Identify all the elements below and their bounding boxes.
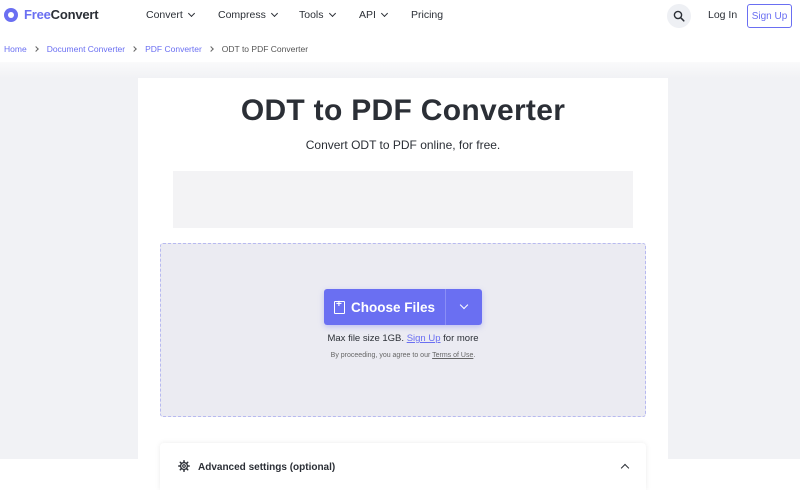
nav-tools[interactable]: Tools [299,9,336,21]
logo-text-convert: Convert [50,7,99,22]
advanced-settings-label: Advanced settings (optional) [198,462,336,473]
chevron-up-icon [620,463,630,473]
file-dropzone[interactable] [160,243,646,417]
page-subtitle: Convert ODT to PDF online, for free. [305,138,501,152]
top-navbar: FreeConvert Convert Compress Tools API P… [0,0,800,32]
nav-convert[interactable]: Convert [146,9,195,21]
chevron-down-icon [380,9,388,18]
breadcrumb-current: ODT to PDF Converter [221,44,309,54]
nav-tools-label: Tools [299,9,324,21]
breadcrumb: Home Document Converter PDF Converter OD… [4,44,308,54]
login-link[interactable]: Log In [708,9,737,21]
breadcrumb-home[interactable]: Home [4,44,27,54]
logo-text-free: Free [24,7,51,22]
signup-more-link[interactable]: Sign Up [407,333,441,344]
chevron-down-icon [270,9,278,18]
chevron-down-icon [187,9,195,18]
max-file-size-note: Max file size 1GB. Sign Up for more [160,333,646,344]
file-add-icon [333,299,345,314]
nav-compress-label: Compress [218,9,266,21]
nav-pricing-label: Pricing [411,9,444,21]
max-size-text: Max file size 1GB. [327,333,405,344]
breadcrumb-pdf-converter[interactable]: PDF Converter [145,44,202,54]
search-button[interactable] [667,4,691,28]
choose-files-label: Choose Files [350,299,436,315]
signup-button[interactable]: Sign Up [747,4,792,28]
page-title: ODT to PDF Converter [240,94,566,127]
terms-note: By proceeding, you agree to our Terms of… [160,352,646,359]
terms-period: . [473,352,476,359]
freeconvert-logo[interactable]: FreeConvert [4,7,99,22]
nav-api[interactable]: API [359,9,388,21]
chevron-down-icon [328,9,336,18]
gear-icon [178,460,190,472]
chevron-right-icon [32,46,39,52]
terms-of-use-link[interactable]: Terms of Use [432,352,473,359]
nav-api-label: API [359,9,376,21]
chevron-right-icon [207,46,214,52]
advanced-settings-toggle[interactable]: Advanced settings (optional) [160,443,646,490]
max-size-suffix: for more [443,333,479,344]
choose-files-button[interactable]: Choose Files [324,289,445,325]
nav-compress[interactable]: Compress [218,9,278,21]
nav-pricing[interactable]: Pricing [411,9,443,21]
choose-files-group: Choose Files [324,289,482,325]
terms-text: By proceeding, you agree to our [330,352,431,359]
page-background-fade [0,62,800,78]
nav-convert-label: Convert [146,9,183,21]
chevron-down-icon [459,300,469,310]
search-icon [673,10,685,22]
ad-placeholder [173,171,633,228]
breadcrumb-document-converter[interactable]: Document Converter [47,44,125,54]
upload-source-dropdown[interactable] [445,289,482,325]
logo-icon [4,7,18,22]
chevron-right-icon [131,46,137,52]
